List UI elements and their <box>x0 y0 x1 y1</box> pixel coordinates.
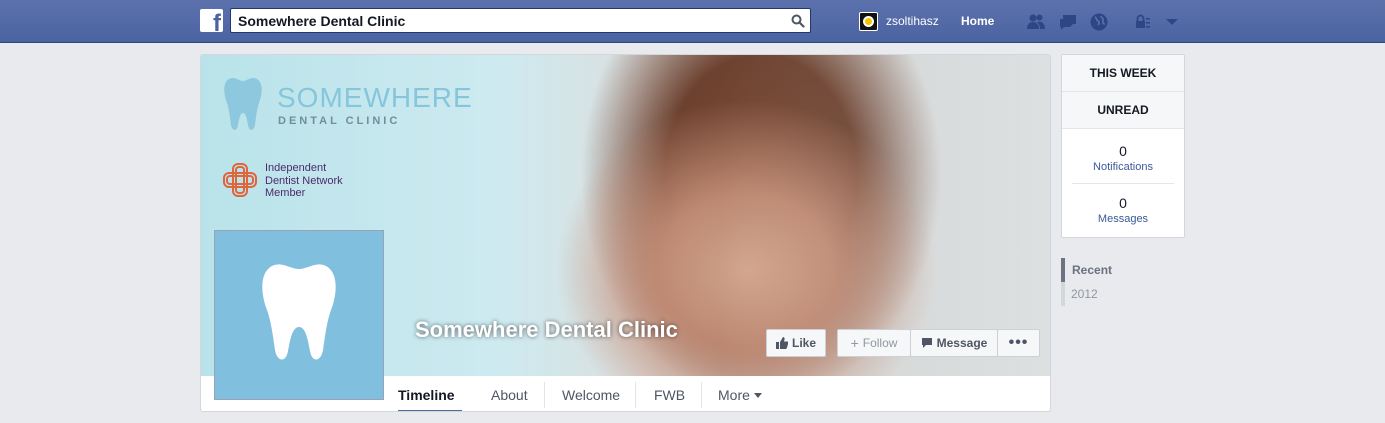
privacy-lock-icon[interactable] <box>1133 12 1153 32</box>
tab-divider <box>544 382 545 408</box>
like-button[interactable]: Like <box>766 329 826 357</box>
tab-welcome[interactable]: Welcome <box>562 376 620 411</box>
caret-down-icon <box>753 393 762 398</box>
tab-about[interactable]: About <box>491 376 528 411</box>
message-icon <box>921 338 932 348</box>
network-member-text: Independent Dentist Network Member <box>265 162 343 199</box>
tab-fwb[interactable]: FWB <box>654 376 685 411</box>
profile-picture[interactable] <box>214 230 384 400</box>
more-options-button[interactable]: ••• <box>997 329 1040 357</box>
timeline-year-nav: Recent 2012 <box>1061 258 1112 306</box>
avatar[interactable] <box>859 11 878 31</box>
this-week-panel: THIS WEEK UNREAD 0 Notifications 0 Messa… <box>1061 54 1185 238</box>
year-item-2012[interactable]: 2012 <box>1061 282 1112 306</box>
notifications-globe-icon[interactable] <box>1089 12 1109 32</box>
profile-link[interactable]: zsoltihasz <box>859 11 939 31</box>
top-bar: f Somewhere Dental Clinic zsoltihasz Hom… <box>0 0 1385 43</box>
home-link[interactable]: Home <box>961 14 994 28</box>
network-badge-icon <box>223 163 257 197</box>
tooth-logo-icon <box>224 78 262 130</box>
messages-count: 0 <box>1119 195 1127 211</box>
tab-divider <box>635 382 636 408</box>
message-button[interactable]: Message <box>910 329 998 357</box>
brand-subtitle: DENTAL CLINIC <box>278 115 401 127</box>
search-value[interactable]: Somewhere Dental Clinic <box>238 13 405 29</box>
user-name[interactable]: zsoltihasz <box>886 14 939 28</box>
notifications-count: 0 <box>1119 143 1127 159</box>
divider <box>1072 183 1174 184</box>
messages-icon[interactable] <box>1058 12 1078 32</box>
page-nav-tabs: Timeline About Welcome FWB More <box>384 376 1050 411</box>
tooth-icon <box>262 264 336 360</box>
thumbs-up-icon <box>775 337 788 349</box>
notifications-link[interactable]: Notifications <box>1062 161 1184 173</box>
plus-icon: + <box>850 335 859 351</box>
brand-title: SOMEWHERE <box>277 82 473 113</box>
unread-header[interactable]: UNREAD <box>1062 92 1184 129</box>
tab-more[interactable]: More <box>718 376 762 411</box>
follow-button[interactable]: + Follow <box>837 329 911 357</box>
friends-icon[interactable] <box>1026 12 1046 32</box>
messages-stat[interactable]: 0 Messages <box>1062 195 1184 225</box>
ellipsis-icon: ••• <box>1008 334 1029 351</box>
tab-more-label: More <box>718 386 750 403</box>
account-dropdown-icon[interactable] <box>1162 12 1182 32</box>
messages-link[interactable]: Messages <box>1062 213 1184 225</box>
year-item-recent[interactable]: Recent <box>1061 258 1112 282</box>
tab-timeline[interactable]: Timeline <box>398 376 462 411</box>
search-input[interactable]: Somewhere Dental Clinic <box>230 8 811 33</box>
facebook-logo-icon[interactable]: f <box>200 9 223 32</box>
notifications-stat[interactable]: 0 Notifications <box>1062 143 1184 173</box>
this-week-header[interactable]: THIS WEEK <box>1062 55 1184 92</box>
page-header-card: SOMEWHERE DENTAL CLINIC Independent Dent… <box>200 54 1051 412</box>
page-title[interactable]: Somewhere Dental Clinic <box>415 317 678 343</box>
search-icon[interactable] <box>791 14 805 28</box>
tab-divider <box>701 382 702 408</box>
